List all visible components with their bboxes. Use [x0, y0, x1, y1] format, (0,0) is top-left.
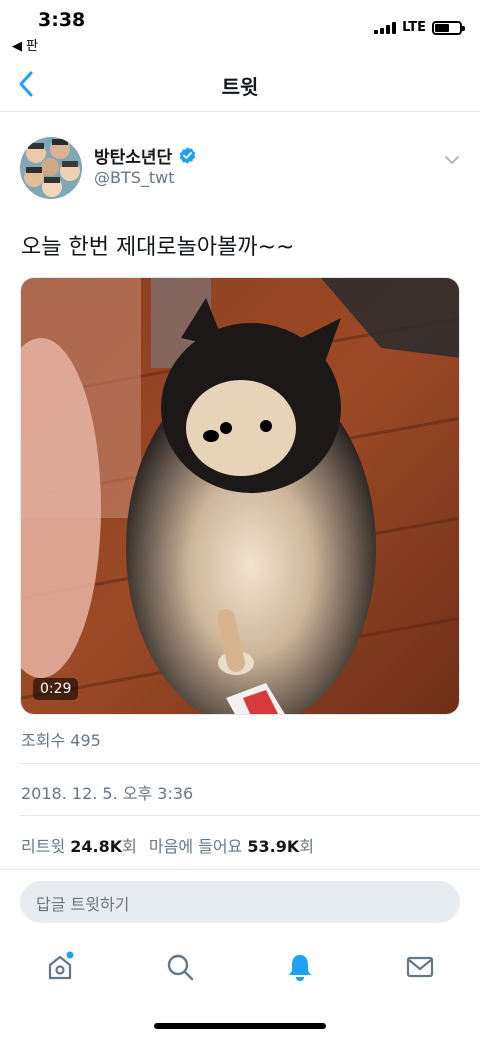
tab-bar: [0, 935, 480, 995]
tweet-video[interactable]: 0:29: [20, 277, 460, 715]
views-label: 조회수: [21, 731, 66, 750]
notifications-icon[interactable]: [280, 947, 320, 987]
messages-icon[interactable]: [400, 947, 440, 987]
tweet-stats: 리트윗 24.8K회 마음에 들어요 53.9K회: [21, 833, 314, 857]
chevron-down-icon[interactable]: [444, 151, 460, 165]
search-icon[interactable]: [160, 947, 200, 987]
divider: [20, 815, 480, 816]
reply-input[interactable]: 답글 트윗하기: [20, 881, 460, 923]
likes-stat[interactable]: 마음에 들어요 53.9K회: [149, 833, 314, 857]
tweet-timestamp: 2018. 12. 5. 오후 3:36: [21, 784, 194, 803]
author-name[interactable]: 방탄소년단: [94, 143, 197, 168]
avatar[interactable]: [20, 137, 82, 199]
network-label: LTE: [402, 20, 426, 35]
tweet-text: 오늘 한번 제대로놀아볼까~~: [21, 235, 295, 260]
retweets-label: 리트윗: [21, 837, 66, 856]
battery-icon: [432, 20, 465, 35]
retweets-count: 24.8K: [70, 837, 123, 856]
status-indicators: LTE: [374, 20, 465, 35]
view-count: 조회수 495: [21, 727, 101, 751]
nav-bar: 트윗: [0, 56, 480, 112]
likes-count: 53.9K: [247, 837, 300, 856]
views-value: 495: [70, 731, 101, 750]
divider: [20, 763, 480, 764]
page-title: 트윗: [221, 75, 259, 99]
reply-bar: 답글 트윗하기: [0, 869, 480, 933]
likes-suffix: 회: [299, 837, 314, 856]
author-name-text: 방탄소년단: [94, 148, 173, 168]
author-handle[interactable]: @BTS_twt: [94, 168, 175, 187]
retweets-suffix: 회: [122, 837, 137, 856]
verified-badge-icon: [179, 147, 196, 164]
status-time: 3:38: [38, 9, 86, 31]
video-duration: 0:29: [33, 678, 79, 700]
back-to-app-link[interactable]: ◀ 판: [12, 35, 38, 54]
retweet-stat[interactable]: 리트윗 24.8K회: [21, 833, 137, 857]
signal-icon: [374, 21, 397, 34]
tweet-header: 방탄소년단 @BTS_twt: [20, 135, 460, 201]
likes-label: 마음에 들어요: [148, 837, 243, 856]
battery-level: [435, 23, 450, 32]
status-bar: 3:38 ◀ 판 LTE: [0, 0, 480, 56]
home-indicator[interactable]: [154, 1023, 326, 1029]
home-icon[interactable]: [40, 947, 80, 987]
video-frame: [21, 278, 459, 714]
